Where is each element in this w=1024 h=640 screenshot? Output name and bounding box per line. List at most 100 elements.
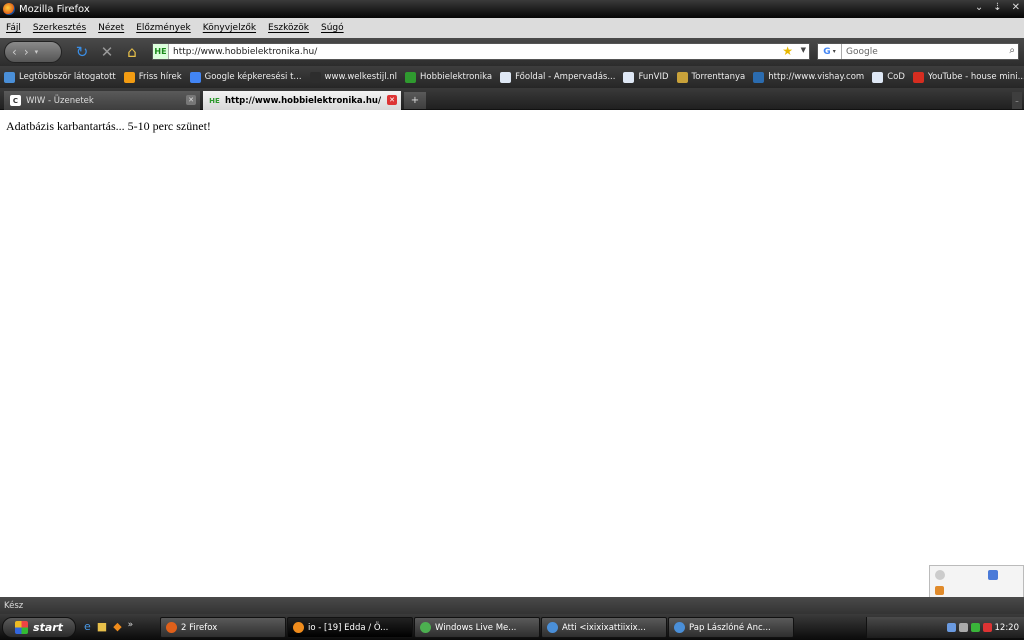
messenger-user-icon bbox=[674, 622, 685, 633]
network-icon[interactable] bbox=[946, 623, 956, 632]
winamp-icon[interactable]: ◆ bbox=[113, 620, 121, 633]
bookmark-item[interactable]: Legtöbbször látogatott bbox=[4, 71, 116, 83]
status-bar: Kész bbox=[0, 597, 1024, 614]
taskbar-button-label: Pap Lászlóné Anc... bbox=[689, 622, 771, 633]
tray-popup-icon bbox=[935, 586, 944, 595]
page-icon bbox=[872, 71, 884, 83]
bookmark-item[interactable]: YouTube - house mini... bbox=[912, 71, 1024, 83]
search-box[interactable]: G ▾ Google ⌕ bbox=[817, 43, 1019, 60]
bookmark-label: Hobbielektronika bbox=[420, 72, 493, 82]
minimize-icon[interactable]: ⌄ bbox=[975, 2, 983, 13]
shield-icon[interactable] bbox=[982, 623, 992, 632]
menu-view[interactable]: Nézet bbox=[98, 23, 124, 33]
bookmark-item[interactable]: www.welkestijl.nl bbox=[309, 71, 397, 83]
bookmark-item[interactable]: FunVID bbox=[623, 71, 669, 83]
bookmark-item[interactable]: Google képkeresési t... bbox=[189, 71, 302, 83]
taskbar-button[interactable]: 2 Firefox bbox=[160, 617, 286, 638]
messenger-user-icon bbox=[547, 622, 558, 633]
more-icon[interactable]: » bbox=[128, 620, 134, 633]
site-identity-icon[interactable]: HE bbox=[153, 44, 169, 59]
restore-icon[interactable]: ⇣ bbox=[993, 2, 1001, 13]
taskbar-button[interactable]: io - [19] Edda / Ö... bbox=[287, 617, 413, 638]
start-label: start bbox=[33, 621, 63, 634]
bookmark-label: Friss hírek bbox=[138, 72, 182, 82]
tab-wiw[interactable]: C WIW - Üzenetek ✕ bbox=[4, 91, 200, 110]
firefox-icon bbox=[166, 622, 177, 633]
taskbar-button[interactable]: Atti <ixixixattiixix... bbox=[541, 617, 667, 638]
tab-hobbielektronika[interactable]: HE http://www.hobbielektronika.hu/ ✕ bbox=[203, 91, 401, 110]
clock: 12:20 bbox=[994, 622, 1020, 633]
close-icon[interactable]: ✕ bbox=[1012, 2, 1020, 13]
bookmark-item[interactable]: Friss hírek bbox=[123, 71, 182, 83]
tab-label: http://www.hobbielektronika.hu/ bbox=[225, 95, 382, 106]
taskbar-button-label: io - [19] Edda / Ö... bbox=[308, 622, 389, 633]
taskbar-button[interactable]: Pap Lászlóné Anc... bbox=[668, 617, 794, 638]
tab-list-icon[interactable]: – bbox=[1012, 92, 1022, 109]
menu-tools[interactable]: Eszközök bbox=[268, 23, 309, 33]
tab-bar: C WIW - Üzenetek ✕ HE http://www.hobbiel… bbox=[0, 88, 1024, 110]
status-text: Kész bbox=[4, 600, 24, 611]
home-icon[interactable]: ⌂ bbox=[122, 42, 142, 62]
tab-label: WIW - Üzenetek bbox=[26, 95, 94, 106]
ie-icon[interactable]: e bbox=[84, 620, 91, 633]
menu-edit[interactable]: Szerkesztés bbox=[33, 23, 86, 33]
menu-bookmarks[interactable]: Könyvjelzők bbox=[203, 23, 256, 33]
bookmark-item[interactable]: Főoldal - Ampervadás... bbox=[500, 71, 615, 83]
url-bar[interactable]: HE http://www.hobbielektronika.hu/ ★ ▼ bbox=[152, 43, 810, 60]
messenger-icon bbox=[420, 622, 431, 633]
search-input[interactable]: Google bbox=[846, 47, 878, 57]
rss-icon bbox=[123, 71, 135, 83]
windows-logo-icon bbox=[15, 621, 29, 634]
messenger-tray-icon[interactable] bbox=[970, 623, 980, 632]
url-text[interactable]: http://www.hobbielektronika.hu/ bbox=[173, 47, 317, 57]
bookmark-star-icon[interactable]: ★ bbox=[782, 44, 793, 58]
url-dropdown-icon[interactable]: ▼ bbox=[801, 46, 806, 54]
page-icon bbox=[500, 71, 512, 83]
start-button[interactable]: start bbox=[2, 617, 76, 638]
tab-close-icon[interactable]: ✕ bbox=[387, 95, 397, 105]
page-icon bbox=[623, 71, 635, 83]
bookmark-label: YouTube - house mini... bbox=[927, 72, 1024, 82]
bookmark-item[interactable]: CoD bbox=[872, 71, 905, 83]
system-tray: 12:20 bbox=[866, 617, 1024, 638]
bookmark-label: http://www.vishay.com bbox=[768, 72, 865, 82]
he-icon: HE bbox=[209, 96, 220, 105]
torrent-icon bbox=[676, 71, 688, 83]
menu-history[interactable]: Előzmények bbox=[136, 23, 191, 33]
tray-popup-icon bbox=[935, 570, 945, 580]
he-icon bbox=[405, 71, 417, 83]
title-bar: Mozilla Firefox ⌄ ⇣ ✕ bbox=[0, 0, 1024, 18]
new-tab-button[interactable]: + bbox=[404, 92, 426, 109]
search-icon[interactable]: ⌕ bbox=[1009, 45, 1015, 56]
navigation-toolbar: ‹ › ▾ ↻ ✕ ⌂ HE http://www.hobbielektroni… bbox=[0, 38, 1024, 66]
taskbar-button-label: Atti <ixixixattiixix... bbox=[562, 622, 646, 633]
vishay-icon bbox=[753, 71, 765, 83]
page-content: Adatbázis karbantartás... 5-10 perc szün… bbox=[0, 110, 1024, 597]
bookmark-label: Torrenttanya bbox=[691, 72, 746, 82]
winamp-icon bbox=[293, 622, 304, 633]
menu-help[interactable]: Súgó bbox=[321, 23, 344, 33]
tab-close-icon[interactable]: ✕ bbox=[186, 95, 196, 105]
youtube-icon bbox=[912, 71, 924, 83]
back-forward-buttons: ‹ › ▾ bbox=[4, 41, 62, 63]
google-search-engine-icon[interactable]: G ▾ bbox=[818, 44, 842, 59]
bookmark-label: Google képkeresési t... bbox=[204, 72, 302, 82]
firefox-logo-icon bbox=[3, 3, 15, 15]
back-button[interactable]: ‹ bbox=[12, 45, 17, 59]
menu-file[interactable]: Fájl bbox=[6, 23, 21, 33]
stop-icon[interactable]: ✕ bbox=[97, 42, 117, 62]
forward-button[interactable]: › bbox=[24, 45, 29, 59]
maintenance-message: Adatbázis karbantartás... 5-10 perc szün… bbox=[6, 119, 211, 133]
bookmark-item[interactable]: Hobbielektronika bbox=[405, 71, 493, 83]
taskbar-button-label: 2 Firefox bbox=[181, 622, 218, 633]
window-title: Mozilla Firefox bbox=[19, 3, 90, 15]
taskbar-button[interactable]: Windows Live Me... bbox=[414, 617, 540, 638]
bookmark-label: Legtöbbször látogatott bbox=[19, 72, 116, 82]
bookmark-item[interactable]: http://www.vishay.com bbox=[753, 71, 865, 83]
history-dropdown-icon[interactable]: ▾ bbox=[35, 48, 39, 56]
explorer-icon[interactable]: ■ bbox=[97, 620, 107, 633]
bookmarks-toolbar: Legtöbbször látogatott Friss hírek Google … bbox=[0, 66, 1024, 88]
volume-icon[interactable] bbox=[958, 623, 968, 632]
bookmark-item[interactable]: Torrenttanya bbox=[676, 71, 746, 83]
reload-icon[interactable]: ↻ bbox=[72, 42, 92, 62]
